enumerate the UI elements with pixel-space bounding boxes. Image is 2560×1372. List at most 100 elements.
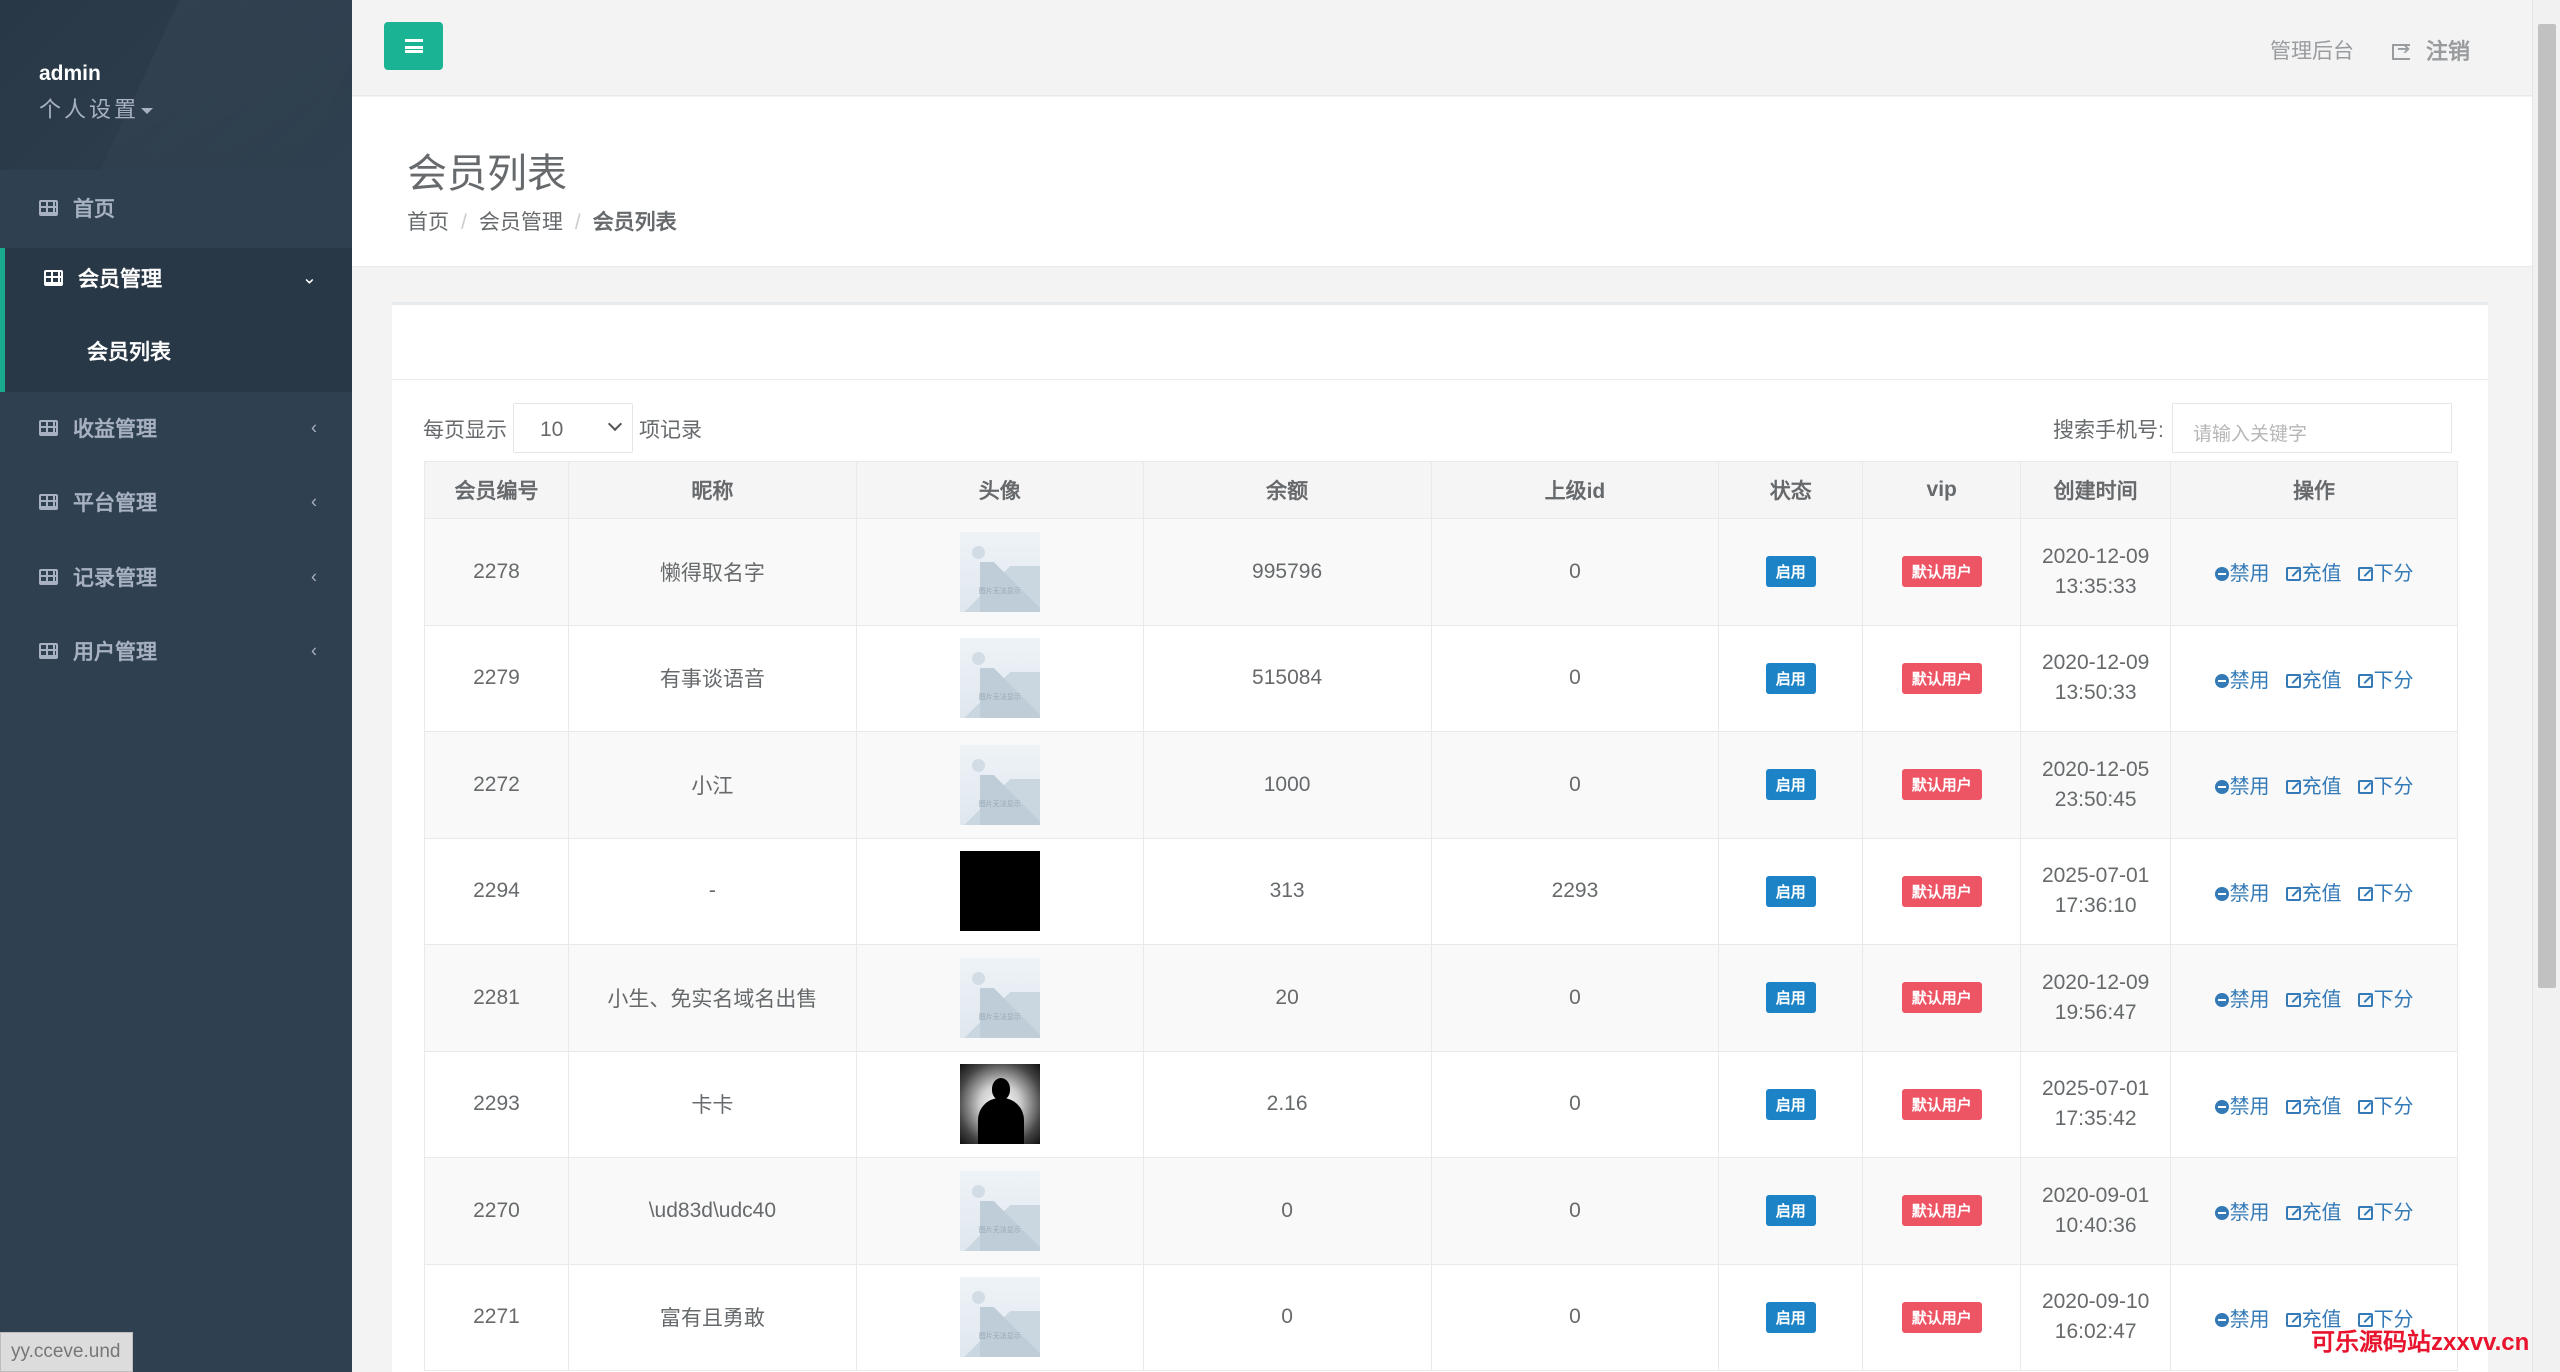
vip-badge: 默认用户 [1901, 769, 1982, 801]
column-header-balance[interactable]: 余额 [1142, 461, 1432, 519]
scrollbar-thumb[interactable] [2538, 24, 2556, 988]
table-icon [39, 420, 58, 436]
cell-id: 2279 [424, 624, 569, 732]
sign-out-icon [2392, 39, 2410, 60]
table-row: 2271 富有且勇敢 图片无法显示 0 0 启用 默认用户 2020-09-10 16:02:4… [424, 1263, 2458, 1371]
deduct-label: 下分 [2373, 989, 2414, 1012]
cell-status: 启用 [1718, 731, 1864, 839]
cell-balance: 995796 [1142, 518, 1432, 626]
deduct-button[interactable]: 下分 [2357, 989, 2414, 1012]
cell-balance: 0 [1142, 1263, 1432, 1371]
deduct-button[interactable]: 下分 [2357, 563, 2414, 585]
menu-toggle-button[interactable] [384, 22, 443, 70]
table-icon [39, 643, 58, 659]
table-row: 2278 懒得取名字 图片无法显示 995796 0 启用 默认用户 2020-12-09 13… [424, 518, 2458, 626]
minus-circle-icon [2214, 1312, 2229, 1327]
logout-link[interactable]: 注销 [2392, 34, 2470, 66]
deduct-label: 下分 [2373, 1095, 2414, 1118]
recharge-button[interactable]: 充值 [2285, 882, 2342, 905]
sidebar-item-earnings[interactable]: 收益管理 ‹ [0, 398, 352, 458]
cell-vip: 默认用户 [1862, 624, 2022, 732]
recharge-button[interactable]: 充值 [2285, 670, 2342, 692]
recharge-button[interactable]: 充值 [2285, 776, 2342, 798]
deduct-button[interactable]: 下分 [2357, 1095, 2414, 1118]
cell-avatar: 图片无法显示 [855, 731, 1144, 839]
admin-dashboard-link[interactable]: 管理后台 [2270, 35, 2354, 65]
recharge-button[interactable]: 充值 [2285, 563, 2342, 585]
vertical-scrollbar[interactable] [2532, 0, 2560, 1372]
cell-created: 2020-12-09 19:56:47 [2020, 944, 2172, 1052]
sidebar-item-home[interactable]: 首页 [0, 178, 352, 238]
recharge-label: 充值 [2301, 882, 2342, 905]
edit-icon [2285, 1312, 2301, 1327]
ban-button[interactable]: 禁用 [2214, 1095, 2270, 1118]
avatar-image [959, 851, 1040, 932]
status-badge: 启用 [1765, 1195, 1816, 1227]
sidebar-item-records[interactable]: 记录管理 ‹ [0, 547, 352, 607]
column-header-avatar[interactable]: 头像 [855, 461, 1144, 519]
cell-vip: 默认用户 [1862, 1050, 2022, 1158]
ban-button[interactable]: 禁用 [2214, 1308, 2270, 1331]
sidebar-item-label: 会员管理 [78, 268, 162, 291]
recharge-button[interactable]: 充值 [2285, 989, 2342, 1012]
status-badge: 启用 [1765, 1088, 1816, 1120]
cell-avatar [855, 837, 1144, 945]
sidebar-item-member-management[interactable]: 会员管理 ⌄ [0, 248, 352, 308]
sidebar-item-users[interactable]: 用户管理 ‹ [0, 621, 352, 681]
chevron-left-icon: ‹ [311, 640, 317, 661]
hamburger-icon [404, 39, 423, 53]
column-header-created[interactable]: 创建时间 [2020, 461, 2172, 519]
cell-status: 启用 [1718, 624, 1864, 732]
recharge-button[interactable]: 充值 [2285, 1202, 2342, 1224]
ban-label: 禁用 [2229, 669, 2270, 692]
ban-button[interactable]: 禁用 [2214, 883, 2270, 905]
ban-label: 禁用 [2229, 1095, 2270, 1118]
deduct-button[interactable]: 下分 [2357, 882, 2414, 905]
ban-button[interactable]: 禁用 [2214, 989, 2270, 1011]
ban-button[interactable]: 禁用 [2214, 776, 2270, 798]
column-header-parent-id[interactable]: 上级id [1430, 461, 1720, 519]
recharge-label: 充值 [2301, 989, 2342, 1012]
edit-icon [2357, 780, 2373, 795]
cell-avatar: 图片无法显示 [855, 624, 1144, 732]
cell-created: 2020-09-10 16:02:47 [2020, 1263, 2172, 1371]
cell-created: 2020-09-01 10:40:36 [2020, 1157, 2172, 1265]
cell-parent-id: 2293 [1430, 837, 1720, 945]
page-length-select[interactable]: 10 [513, 403, 633, 453]
vip-badge: 默认用户 [1901, 662, 1982, 694]
ban-label: 禁用 [2229, 1308, 2270, 1331]
ban-button[interactable]: 禁用 [2214, 669, 2270, 692]
cell-id: 2281 [424, 944, 569, 1052]
column-header-vip[interactable]: vip [1862, 461, 2022, 519]
ban-button[interactable]: 禁用 [2214, 1202, 2270, 1224]
created-time: 13:35:33 [2054, 574, 2137, 598]
personal-settings-dropdown[interactable]: 个人设置 [39, 92, 154, 124]
column-header-status[interactable]: 状态 [1718, 461, 1864, 519]
edit-icon [2357, 567, 2373, 582]
column-header-nickname[interactable]: 昵称 [567, 461, 857, 519]
sidebar-subitem-member-list[interactable]: 会员列表 [87, 336, 171, 366]
deduct-label: 下分 [2373, 669, 2414, 692]
breadcrumb-home[interactable]: 首页 [407, 211, 449, 234]
status-badge: 启用 [1765, 556, 1816, 588]
cell-nickname: 小江 [567, 731, 857, 839]
ban-button[interactable]: 禁用 [2214, 563, 2270, 585]
deduct-button[interactable]: 下分 [2357, 1202, 2414, 1224]
avatar-placeholder-image: 图片无法显示 [959, 744, 1040, 825]
column-header-id[interactable]: 会员编号 [424, 461, 569, 519]
deduct-button[interactable]: 下分 [2357, 776, 2414, 798]
deduct-button[interactable]: 下分 [2357, 669, 2414, 692]
deduct-label: 下分 [2373, 882, 2414, 905]
search-input[interactable]: 请输入关键字 [2172, 403, 2452, 453]
sidebar: admin 个人设置 首页 会员管理 ⌄ 会员列表 收益管理 ‹ 平台管理 ‹ … [0, 0, 352, 1372]
created-date: 2020-12-09 [2041, 970, 2150, 994]
created-time: 16:02:47 [2054, 1320, 2137, 1344]
sidebar-item-platform[interactable]: 平台管理 ‹ [0, 472, 352, 532]
cell-avatar: 图片无法显示 [855, 1157, 1144, 1265]
breadcrumb-member-management[interactable]: 会员管理 [479, 211, 563, 234]
breadcrumb: 首页 / 会员管理 / 会员列表 [407, 206, 677, 236]
cell-actions: 禁用 充值 下分 [2170, 1157, 2458, 1265]
recharge-button[interactable]: 充值 [2285, 1096, 2342, 1118]
edit-icon [2285, 567, 2301, 582]
cell-id: 2293 [424, 1050, 569, 1158]
